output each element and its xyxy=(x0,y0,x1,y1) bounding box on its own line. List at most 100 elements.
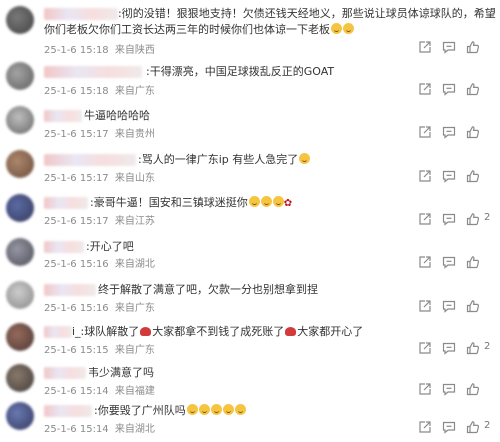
thumbs-up-icon[interactable] xyxy=(466,82,480,96)
comment-icon[interactable] xyxy=(442,341,456,355)
comment-date: 25-1-6 15:14 xyxy=(44,386,109,397)
comment-actions xyxy=(418,82,488,96)
thumbs-up-icon[interactable] xyxy=(466,169,480,183)
avatar[interactable] xyxy=(6,150,34,178)
comment-text: 韦少满意了吗 xyxy=(88,366,154,379)
comment-meta: 25-1-6 15:14 来自湖北 xyxy=(44,420,155,435)
avatar[interactable] xyxy=(6,238,34,266)
avatar[interactable] xyxy=(6,62,34,90)
comment-meta: 25-1-6 15:14 来自福建 xyxy=(44,382,155,397)
username[interactable] xyxy=(44,66,142,78)
comment-icon[interactable] xyxy=(442,169,456,183)
like-count: 2 xyxy=(484,341,491,352)
avatar[interactable] xyxy=(6,364,34,392)
comment-meta: 25-1-6 15:15 来自广东 xyxy=(44,341,155,356)
share-icon[interactable] xyxy=(418,169,432,183)
avatar[interactable] xyxy=(6,106,34,134)
comment-location: 来自广东 xyxy=(114,303,155,314)
sad-emoji xyxy=(140,327,152,336)
username[interactable] xyxy=(44,197,88,209)
comment-meta: 25-1-6 15:17 来自贵州 xyxy=(44,125,155,140)
share-icon[interactable] xyxy=(418,125,432,139)
comment-location: 来自湖北 xyxy=(114,259,155,270)
comment-item: :开心了吧 25-1-6 15:16 来自湖北 xyxy=(0,234,500,278)
comment-icon[interactable] xyxy=(442,40,456,54)
comment-item: :干得漂亮，中国足球拨乱反正的GOAT 25-1-6 15:18 来自广东 xyxy=(0,58,500,102)
comment-text-part2: 大家都拿不到钱了成死账了 xyxy=(152,325,285,338)
thumbs-up-icon[interactable] xyxy=(466,212,480,226)
share-icon[interactable] xyxy=(418,299,432,313)
laugh-cry-emoji xyxy=(210,404,222,415)
thumbs-up-icon[interactable] xyxy=(466,40,480,54)
comment-text: :豪哥牛逼！国安和三镇球迷挺你 ✿ xyxy=(90,196,292,211)
thumbs-up-icon[interactable] xyxy=(466,125,480,139)
comment-icon[interactable] xyxy=(442,255,456,269)
comment-text-line2-content: 你们老板欠你们工资长达两三年的时候你们也体谅一下老板 xyxy=(44,23,330,36)
comment-item: :彻的没错！狠狠地支持！欠债还钱天经地义，那些说让球员体谅球队的，希望 你们老板… xyxy=(0,2,500,56)
comment-actions: 2 xyxy=(418,420,490,434)
comment-date: 25-1-6 15:14 xyxy=(44,424,109,435)
share-icon[interactable] xyxy=(418,212,432,226)
thumbs-up-icon[interactable] xyxy=(466,341,480,355)
comment-location: 来自广东 xyxy=(114,345,155,356)
grin-emoji xyxy=(248,196,260,207)
comment-date: 25-1-6 15:18 xyxy=(44,86,109,97)
comment-text: :你要毁了广州队吗 xyxy=(94,404,246,418)
thumbs-up-icon[interactable] xyxy=(466,420,480,434)
comment-meta: 25-1-6 15:18 来自陕西 xyxy=(44,41,155,56)
comment-actions xyxy=(418,382,488,396)
comment-location: 来自广东 xyxy=(114,86,155,97)
thumbs-up-icon[interactable] xyxy=(466,382,480,396)
thumbs-up-icon[interactable] xyxy=(466,255,480,269)
comment-location: 来自陕西 xyxy=(114,45,155,56)
comment-icon[interactable] xyxy=(442,420,456,434)
username[interactable] xyxy=(44,284,96,296)
comment-icon[interactable] xyxy=(442,382,456,396)
share-icon[interactable] xyxy=(418,40,432,54)
username[interactable] xyxy=(44,8,118,20)
username[interactable] xyxy=(44,110,82,122)
share-icon[interactable] xyxy=(418,341,432,355)
comment-item: 终于解散了满意了吧，欠款一分也别想拿到捏 25-1-6 15:16 来自广东 xyxy=(0,277,500,321)
comment-text-content: :豪哥牛逼！国安和三镇球迷挺你 xyxy=(90,196,248,209)
comment-icon[interactable] xyxy=(442,299,456,313)
comment-actions xyxy=(418,40,488,54)
username[interactable] xyxy=(44,367,86,379)
comment-date: 25-1-6 15:17 xyxy=(44,216,109,227)
avatar[interactable] xyxy=(6,402,34,430)
comment-location: 来自贵州 xyxy=(114,129,155,140)
grin-emoji xyxy=(260,196,272,207)
comment-item: :骂人的一律广东ip 有些人急完了 25-1-6 15:17 来自山东 xyxy=(0,146,500,190)
comment-actions xyxy=(418,125,488,139)
comment-date: 25-1-6 15:17 xyxy=(44,173,109,184)
comment-text: i_:球队解散了 大家都拿不到钱了成死账了 大家都开心了 xyxy=(72,325,363,339)
share-icon[interactable] xyxy=(418,255,432,269)
rose-emoji: ✿ xyxy=(283,198,293,209)
avatar[interactable] xyxy=(6,6,34,34)
comment-item: i_:球队解散了 大家都拿不到钱了成死账了 大家都开心了 25-1-6 15:15 … xyxy=(0,319,500,363)
share-icon[interactable] xyxy=(418,82,432,96)
comment-date: 25-1-6 15:18 xyxy=(44,45,109,56)
thumbs-up-icon[interactable] xyxy=(466,299,480,313)
username[interactable] xyxy=(44,154,136,166)
comment-location: 来自山东 xyxy=(114,173,155,184)
comment-icon[interactable] xyxy=(442,212,456,226)
avatar[interactable] xyxy=(6,281,34,309)
comment-date: 25-1-6 15:17 xyxy=(44,129,109,140)
comment-icon[interactable] xyxy=(442,82,456,96)
grin-emoji xyxy=(272,196,284,207)
share-icon[interactable] xyxy=(418,420,432,434)
username[interactable] xyxy=(44,326,72,338)
comment-text-part1: i_:球队解散了 xyxy=(72,325,140,338)
avatar[interactable] xyxy=(6,323,34,351)
username[interactable] xyxy=(44,241,84,253)
comment-text-content: :骂人的一律广东ip 有些人急完了 xyxy=(138,153,299,166)
username[interactable] xyxy=(44,405,92,417)
comment-item: :你要毁了广州队吗 25-1-6 15:14 来自湖北 2 xyxy=(0,398,500,442)
comment-icon[interactable] xyxy=(442,125,456,139)
comment-item: :豪哥牛逼！国安和三镇球迷挺你 ✿ 25-1-6 15:17 来自江苏 2 xyxy=(0,190,500,234)
avatar[interactable] xyxy=(6,194,34,222)
share-icon[interactable] xyxy=(418,382,432,396)
comment-text: :干得漂亮，中国足球拨乱反正的GOAT xyxy=(146,65,335,78)
comment-text: 牛逼哈哈哈哈 xyxy=(84,109,150,122)
